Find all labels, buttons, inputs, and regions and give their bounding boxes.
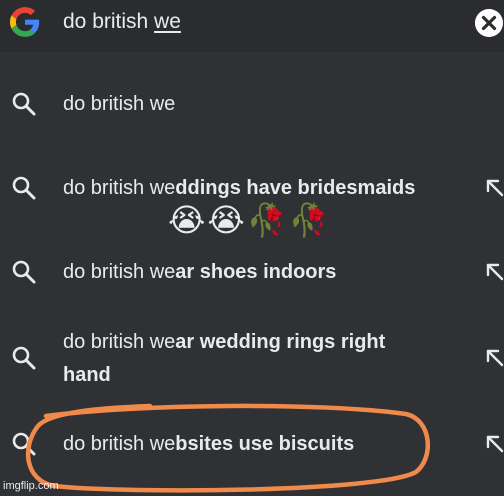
suggestion-row-3[interactable]: do british wear shoes indoors: [0, 254, 504, 290]
query-typed-suffix: we: [154, 10, 181, 33]
watermark: imgflip.com: [3, 480, 59, 492]
suggestion-row-4[interactable]: do british wear wedding rings right hand: [0, 326, 504, 396]
suggestion-text: do british websites use biscuits: [63, 428, 443, 460]
suggestion-typed-part: do british we: [63, 331, 176, 353]
suggestion-completion: ar shoes indoors: [175, 261, 337, 283]
search-icon: [12, 92, 36, 116]
suggestion-typed-part: do british we: [63, 93, 176, 115]
suggestion-typed-part: do british we: [63, 433, 176, 455]
arrow-up-left-icon[interactable]: [485, 262, 504, 282]
suggestion-completion: bsites use biscuits: [175, 433, 355, 455]
search-bar: do british we: [0, 0, 504, 52]
loudly-crying-face-icon: 😭: [168, 201, 206, 239]
suggestion-text-line-2: hand: [63, 359, 443, 391]
suggestion-text: do british wear wedding rings right: [63, 326, 443, 358]
suggestion-row-1[interactable]: do british we: [0, 86, 504, 122]
arrow-up-left-icon[interactable]: [485, 434, 504, 454]
suggestion-typed-part: do british we: [63, 261, 176, 283]
suggestion-completion: hand: [63, 364, 111, 386]
suggestion-text: do british wear shoes indoors: [63, 256, 443, 288]
wilted-flower-icon: 🥀: [246, 201, 287, 239]
suggestion-completion: ddings have bridesmaids: [175, 177, 416, 199]
search-icon: [12, 176, 36, 200]
arrow-up-left-icon[interactable]: [485, 348, 504, 368]
search-icon: [12, 346, 36, 370]
search-input[interactable]: do british we: [63, 8, 181, 36]
search-icon: [12, 260, 36, 284]
close-icon[interactable]: [475, 9, 503, 37]
suggestion-completion: ar wedding rings right: [175, 331, 386, 353]
search-icon: [12, 432, 36, 456]
suggestion-typed-part: do british we: [63, 177, 176, 199]
suggestion-row-5[interactable]: do british websites use biscuits: [0, 426, 504, 462]
emoji-reaction: 😭 😭 🥀 🥀: [168, 200, 328, 244]
query-typed-prefix: do british: [63, 10, 155, 33]
google-g-icon[interactable]: [8, 5, 42, 39]
arrow-up-left-icon[interactable]: [485, 178, 504, 198]
wilted-flower-icon: 🥀: [288, 201, 329, 239]
suggestion-list: do british we do british weddings have b…: [0, 52, 504, 496]
loudly-crying-face-icon: 😭: [207, 201, 245, 239]
suggestion-text: do british we: [63, 88, 443, 120]
